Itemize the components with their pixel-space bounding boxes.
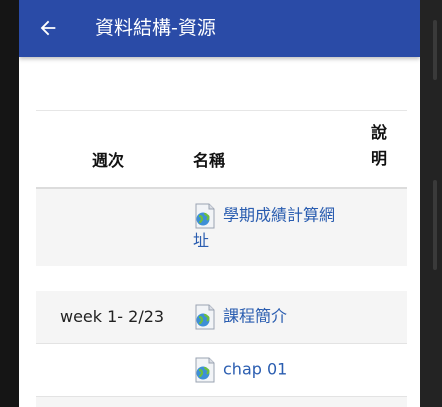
table-spacer-row (36, 266, 407, 291)
week-cell: week 1- 2/23 (60, 307, 165, 326)
document-globe-icon (195, 357, 215, 383)
table-row (36, 397, 407, 407)
page-title: 資料結構-資源 (95, 17, 216, 39)
resource-link-label: 課程簡介 (223, 306, 288, 326)
app-screen: 資料結構-資源 週次 名稱 說明 學期成績計算網址 week 1- 2/23 課… (19, 0, 420, 407)
table-row: week 1- 2/23 課程簡介 (36, 291, 407, 344)
column-header-name: 名稱 (193, 151, 226, 170)
resource-link[interactable]: 學期成績計算網址 (193, 203, 343, 253)
resource-link[interactable]: 課程簡介 (193, 304, 287, 330)
table-row: chap 01 (36, 344, 407, 397)
device-frame-left (0, 0, 19, 407)
document-globe-icon (195, 304, 215, 330)
document-globe-icon (195, 203, 215, 229)
device-side-button (433, 180, 437, 270)
table-row: 學期成績計算網址 (36, 189, 407, 266)
table-header: 週次 名稱 說明 (36, 111, 407, 189)
device-side-button (433, 20, 437, 80)
column-header-week: 週次 (92, 151, 125, 170)
app-bar: 資料結構-資源 (19, 0, 420, 57)
table-spacer-row (36, 57, 407, 111)
arrow-left-icon[interactable] (37, 17, 59, 39)
column-header-description: 說明 (370, 123, 387, 168)
resource-link-label: chap 01 (223, 359, 288, 379)
resource-link[interactable]: chap 01 (193, 357, 287, 383)
device-frame-right (420, 0, 442, 407)
